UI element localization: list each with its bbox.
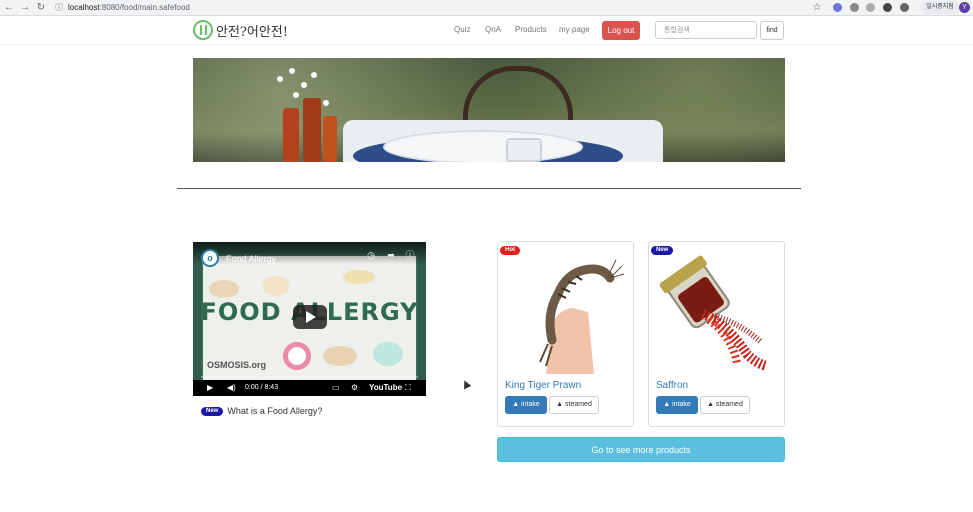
find-button[interactable]: find: [760, 21, 784, 40]
flower-shape: [323, 100, 329, 106]
steamed-button[interactable]: ▲ steamed: [700, 396, 750, 414]
info-icon[interactable]: ⓘ: [55, 2, 63, 14]
logout-button[interactable]: Log out: [602, 21, 640, 40]
logo-text: 안전?어안전!: [216, 24, 288, 40]
browser-toolbar: ← → ↻ ⓘ localhost:8080/food/main.safefoo…: [0, 0, 973, 16]
time-display: 0:00 / 8:43: [245, 384, 279, 391]
url-host: localhost: [68, 3, 100, 12]
share-icon[interactable]: ➦: [385, 249, 397, 261]
steamed-button[interactable]: ▲ steamed: [549, 396, 599, 414]
nav-qna[interactable]: QnA: [485, 25, 501, 34]
prawn-image: [539, 259, 625, 374]
volume-icon[interactable]: ◀): [227, 382, 236, 394]
reload-icon[interactable]: ↻: [35, 2, 47, 14]
product-name[interactable]: Saffron: [656, 380, 688, 391]
flower-shape: [301, 82, 307, 88]
product-card-saffron[interactable]: New Saffron ▲ intake ▲ steamed: [648, 241, 785, 427]
new-badge: New: [201, 406, 224, 416]
more-products-button[interactable]: Go to see more products: [497, 437, 785, 462]
plate-shape: [383, 130, 583, 162]
flower-shape: [277, 76, 283, 82]
profile-avatar[interactable]: Y: [959, 2, 970, 13]
section-divider: [177, 188, 801, 189]
channel-watermark: OSMOSIS.org: [207, 360, 267, 370]
vase-shape: [323, 116, 337, 162]
nav-products[interactable]: Products: [515, 25, 547, 34]
extension-icon[interactable]: [833, 3, 842, 12]
video-caption: New What is a Food Allergy?: [201, 404, 322, 418]
video-caption-text[interactable]: What is a Food Allergy?: [227, 406, 322, 416]
jar-shape: [506, 138, 542, 162]
flower-shape: [289, 68, 295, 74]
intake-button[interactable]: ▲ intake: [505, 396, 547, 414]
youtube-logo[interactable]: YouTube: [369, 382, 402, 394]
product-name[interactable]: King Tiger Prawn: [505, 380, 581, 391]
watch-later-icon[interactable]: ◷: [365, 249, 377, 261]
back-icon[interactable]: ←: [3, 2, 15, 14]
flower-shape: [293, 92, 299, 98]
vase-shape: [283, 108, 299, 162]
vase-shape: [303, 98, 321, 162]
subtitles-icon[interactable]: ▭: [332, 382, 340, 394]
fork-spoon-icon: [193, 20, 213, 40]
extension-icon[interactable]: [866, 3, 875, 12]
search-input[interactable]: [655, 21, 757, 39]
star-icon[interactable]: ☆: [811, 2, 823, 14]
intake-button[interactable]: ▲ intake: [656, 396, 698, 414]
extension-icon[interactable]: [900, 3, 909, 12]
extension-icon[interactable]: [850, 3, 859, 12]
nav-my-page[interactable]: my page: [559, 25, 590, 34]
mouse-cursor-icon: [459, 377, 473, 391]
play-button-icon[interactable]: ▶: [207, 382, 213, 394]
site-logo[interactable]: 안전?어안전!: [193, 19, 288, 41]
saffron-image: [659, 255, 769, 371]
progress-bar[interactable]: [201, 376, 418, 378]
settings-icon[interactable]: ⚙: [351, 382, 358, 394]
site-header: 안전?어안전! Quiz QnA Products my page Log ou…: [0, 17, 973, 45]
video-title[interactable]: Food Allergy: [226, 254, 276, 264]
video-controls: ▶ ◀) 0:00 / 8:43 ▭ ⚙ YouTube ⛶: [193, 380, 426, 396]
url-path: :8080/food/main.safefood: [99, 3, 190, 12]
flower-shape: [311, 72, 317, 78]
sync-paused-chip[interactable]: 일시중지됨: [921, 1, 959, 14]
address-bar[interactable]: localhost:8080/food/main.safefood: [68, 1, 190, 15]
video-player[interactable]: o Food Allergy ◷ ➦ ⓘ FOOD ALLERGY OSMOSI…: [193, 242, 426, 396]
hero-banner-image: [193, 58, 785, 162]
channel-logo-icon[interactable]: o: [201, 249, 219, 267]
product-card-king-tiger-prawn[interactable]: Hot King Tiger Prawn ▲ intake ▲ steamed: [497, 241, 634, 427]
forward-icon[interactable]: →: [19, 2, 31, 14]
info-icon[interactable]: ⓘ: [404, 249, 416, 261]
play-icon[interactable]: [293, 305, 327, 329]
fullscreen-icon[interactable]: ⛶: [405, 382, 411, 394]
extension-icon[interactable]: [883, 3, 892, 12]
nav-quiz[interactable]: Quiz: [454, 25, 470, 34]
